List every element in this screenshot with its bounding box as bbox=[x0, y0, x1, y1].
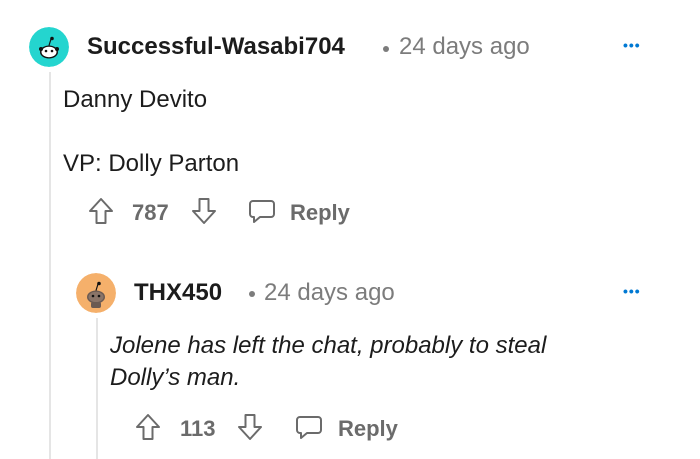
separator-dot bbox=[249, 291, 255, 297]
snoo-avatar-icon bbox=[29, 27, 69, 67]
username[interactable]: THX450 bbox=[134, 279, 222, 307]
more-options-button[interactable]: ••• bbox=[623, 38, 641, 52]
upvote-icon[interactable] bbox=[88, 197, 114, 225]
reply-button[interactable]: Reply bbox=[338, 416, 398, 442]
reply-icon[interactable] bbox=[248, 199, 276, 225]
reply-icon[interactable] bbox=[295, 415, 323, 441]
downvote-icon[interactable] bbox=[237, 413, 263, 441]
thread-line-level-2[interactable] bbox=[96, 318, 98, 459]
downvote-icon[interactable] bbox=[191, 197, 217, 225]
vote-score: 113 bbox=[180, 416, 216, 441]
comment-body: Jolene has left the chat, probably to st… bbox=[110, 332, 547, 391]
avatar[interactable] bbox=[76, 273, 116, 313]
separator-dot bbox=[383, 46, 389, 52]
thread-line-level-1[interactable] bbox=[49, 72, 51, 459]
upvote-icon[interactable] bbox=[135, 413, 161, 441]
avatar[interactable] bbox=[29, 27, 69, 67]
reply-button[interactable]: Reply bbox=[290, 200, 350, 226]
timestamp[interactable]: 24 days ago bbox=[399, 33, 530, 61]
comment-body-line: VP: Dolly Parton bbox=[63, 150, 240, 177]
more-options-button[interactable]: ••• bbox=[623, 284, 641, 298]
timestamp[interactable]: 24 days ago bbox=[264, 279, 395, 307]
username[interactable]: Successful-Wasabi704 bbox=[87, 33, 345, 61]
vote-score: 787 bbox=[132, 200, 169, 225]
snoo-avatar-icon bbox=[76, 273, 116, 313]
comment-body-line: Danny Devito bbox=[63, 86, 208, 113]
